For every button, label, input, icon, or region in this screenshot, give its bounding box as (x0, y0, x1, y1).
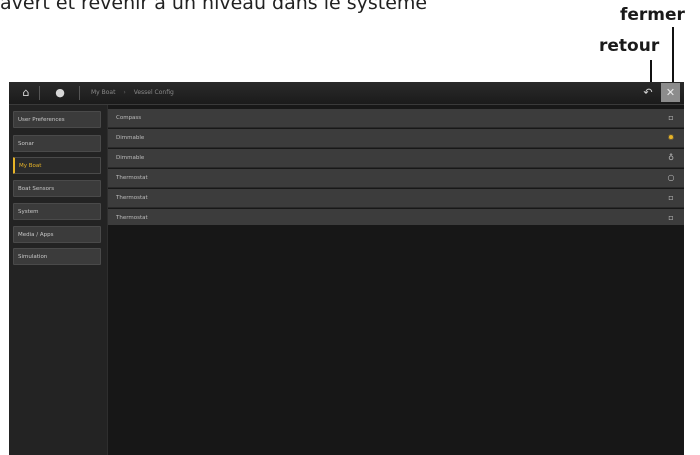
row-label: Dimmable (116, 135, 145, 141)
sidebar-item-sonar[interactable]: Sonar (13, 135, 101, 152)
breadcrumb-item[interactable]: My Boat (91, 89, 115, 96)
breadcrumb-item: Vessel Config (133, 89, 174, 96)
sidebar-item-my-boat[interactable]: My Boat (13, 157, 101, 174)
bulb-icon[interactable]: ○ (666, 173, 676, 183)
square-icon[interactable]: ▫ (666, 193, 676, 203)
sidebar-item-media-apps[interactable]: Media / Apps (13, 226, 101, 243)
sidebar-item-user-preferences[interactable]: User Preferences (13, 111, 101, 128)
back-callout-label: retour (599, 36, 660, 56)
row-label: Thermostat (116, 195, 148, 201)
settings-panel: Compass ▫ Dimmable ✹ Dimmable ♁ Thermost… (108, 105, 684, 455)
toolbar-divider (39, 86, 40, 100)
square-icon[interactable]: ▫ (666, 113, 676, 123)
close-icon: ✕ (665, 86, 676, 99)
row-label: Compass (116, 115, 142, 121)
device-screen: ⌂ ● My Boat › Vessel Config ↶ ✕ User Pre… (9, 82, 684, 455)
close-callout-line (672, 27, 674, 84)
settings-row[interactable]: Thermostat ○ (108, 169, 684, 188)
square-icon[interactable]: ▫ (666, 213, 676, 223)
sun-icon[interactable]: ✹ (666, 133, 676, 143)
sidebar: User Preferences Sonar My Boat Boat Sens… (9, 105, 108, 455)
sidebar-item-boat-sensors[interactable]: Boat Sensors (13, 180, 101, 197)
top-bar: ⌂ ● My Boat › Vessel Config ↶ ✕ (9, 82, 684, 105)
settings-row[interactable]: Thermostat ▫ (108, 189, 684, 208)
settings-row[interactable]: Dimmable ♁ (108, 149, 684, 168)
row-label: Thermostat (116, 175, 148, 181)
settings-row[interactable]: Compass ▫ (108, 109, 684, 128)
empty-content-area (108, 225, 684, 455)
lightbulb-icon[interactable]: ● (51, 85, 69, 101)
row-label: Dimmable (116, 155, 145, 161)
settings-row[interactable]: Dimmable ✹ (108, 129, 684, 148)
sidebar-item-simulation[interactable]: Simulation (13, 248, 101, 265)
bulb-icon[interactable]: ♁ (666, 153, 676, 163)
page-caption: avert et revenir à un niveau dans le sys… (0, 0, 428, 14)
close-button[interactable]: ✕ (661, 83, 680, 102)
breadcrumb-separator: › (123, 89, 126, 96)
toolbar-divider (79, 86, 80, 100)
sidebar-item-system[interactable]: System (13, 203, 101, 220)
home-icon[interactable]: ⌂ (17, 85, 35, 101)
breadcrumb: My Boat › Vessel Config (91, 86, 174, 100)
close-callout-label: fermer (620, 5, 685, 25)
back-arrow-icon[interactable]: ↶ (639, 85, 657, 101)
